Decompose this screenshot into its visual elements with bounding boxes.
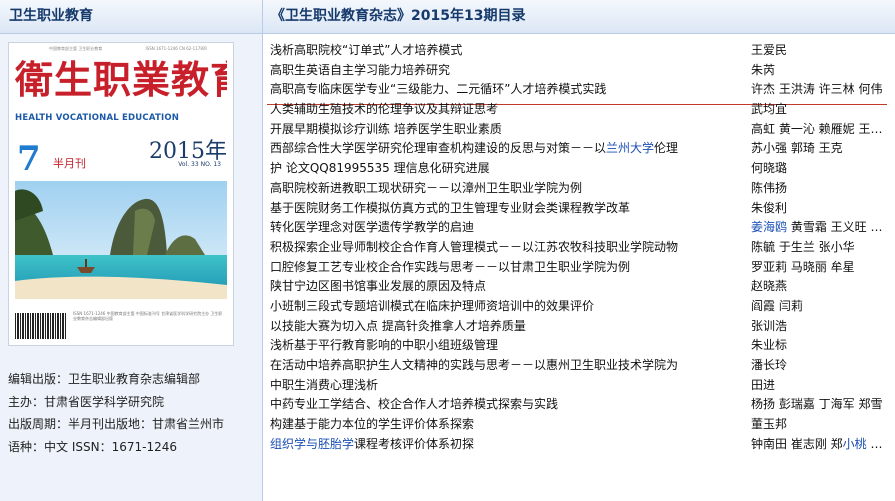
article-title-link[interactable]: 浅析高职院校“订单式”人才培养模式 (270, 41, 740, 61)
article-authors: 高虹 黄一沁 赖雁妮 王… (751, 121, 883, 136)
info-sponsor: 主办：甘肃省医学科学研究院 (8, 394, 165, 409)
article-row: 开展早期模拟诊疗训练 培养医学生职业素质 高虹 黄一沁 赖雁妮 王… (263, 120, 895, 140)
cover-small-print: ISSN 1671-1246 中国教育部主管 中国标准刊号 甘肃省医学科学研究院… (73, 311, 223, 321)
article-title-link[interactable]: 在活动中培养高职护生人文精神的实践与思考－－以惠州卫生职业技术学院为 (270, 356, 740, 376)
info-language: 语种：中文 ISSN：1671-1246 (8, 439, 177, 454)
article-authors: 苏小强 郭琦 王克 (751, 141, 843, 156)
article-title-link[interactable]: 高职生英语自主学习能力培养研究 (270, 61, 740, 81)
article-authors: 陈伟扬 (751, 180, 788, 195)
article-row: 高职院校新进教职工现状研究－－以漳州卫生职业学院为例 陈伟扬 (263, 179, 895, 199)
article-authors: 潘长玲 (751, 358, 788, 372)
author-link[interactable]: 小桃 (843, 437, 867, 451)
article-title-link[interactable]: 浅析基于平行教育影响的中职小组班级管理 (270, 336, 740, 356)
article-title-link[interactable]: 西部综合性大学医学研究伦理审查机构建设的反思与对策－－以兰州大学伦理 (270, 139, 740, 159)
article-list: 浅析高职院校“订单式”人才培养模式 王爱民 高职生英语自主学习能力培养研究 朱芮… (263, 41, 895, 454)
article-row: 口腔修复工艺专业校企合作实践与思考－－以甘肃卫生职业学院为例 罗亚莉 马晓丽 牟… (263, 258, 895, 278)
article-row: 浅析基于平行教育影响的中职小组班级管理 朱业标 (263, 336, 895, 356)
article-title-link[interactable]: 小班制三段式专题培训模式在临床护理师资培训中的效果评价 (270, 297, 740, 317)
journal-cover-image[interactable]: 中国教育部主管 卫生职业教育 ISSN 1671-1246 CN 62-1178… (8, 42, 234, 346)
article-authors: 钟南田 崔志刚 郑小桃 … (751, 436, 883, 451)
barcode-icon (15, 313, 67, 339)
article-authors: 武均宜 (751, 102, 788, 117)
article-authors: 陈毓 于生兰 张小华 (751, 239, 855, 254)
article-row: 中职生消费心理浅析 田进 (263, 376, 895, 396)
article-authors: 何晓璐 (751, 161, 788, 176)
cover-landscape-photo (15, 181, 227, 299)
keyword-link[interactable]: 组织学与胚胎学 (270, 437, 354, 451)
article-row: 基于医院财务工作模拟仿真方式的卫生管理专业财会类课程教学改革 朱俊利 (263, 199, 895, 219)
article-authors: 田进 (751, 377, 776, 392)
article-title-link[interactable]: 组织学与胚胎学课程考核评价体系初探 (270, 435, 740, 455)
right-panel: 《卫生职业教育杂志》2015年13期目录 浅析高职院校“订单式”人才培养模式 王… (263, 0, 895, 501)
article-row: 高职生英语自主学习能力培养研究 朱芮 (263, 61, 895, 81)
article-row: 陕甘宁边区图书馆事业发展的原因及特点 赵晓燕 (263, 277, 895, 297)
journal-name-header: 卫生职业教育 (0, 0, 262, 34)
article-authors: 张训浩 (751, 318, 788, 333)
article-authors: 赵晓燕 (751, 279, 788, 294)
article-title-link[interactable]: 积极探索企业导师制校企合作育人管理模式－－以江苏农牧科技职业学院动物 (270, 238, 740, 258)
article-title-link[interactable]: 构建基于能力本位的学生评价体系探索 (270, 415, 740, 435)
article-row: 积极探索企业导师制校企合作育人管理模式－－以江苏农牧科技职业学院动物 陈毓 于生… (263, 238, 895, 258)
issue-toc-header: 《卫生职业教育杂志》2015年13期目录 (263, 0, 895, 34)
article-row: 人类辅助生殖技术的伦理争议及其辩证思考 武均宜 (263, 100, 895, 120)
article-authors: 许杰 王洪涛 许三林 何伟 (751, 82, 883, 97)
article-authors: 杨扬 彭瑞嘉 丁海军 郑雪 (751, 397, 883, 412)
article-row: 高职高专临床医学专业“三级能力、二元循环”人才培养模式实践 许杰 王洪涛 许三林… (263, 80, 895, 100)
article-authors: 朱芮 (751, 62, 776, 77)
article-row: 转化医学理念对医学遗传学教学的启迪 姜海鸥 黄雪霜 王义旺 … (263, 218, 895, 238)
article-authors: 姜海鸥 黄雪霜 王义旺 … (751, 220, 883, 235)
article-row: 构建基于能力本位的学生评价体系探索 董玉邦 (263, 415, 895, 435)
info-publisher: 编辑出版：卫生职业教育杂志编辑部 (8, 372, 201, 386)
keyword-link[interactable]: 兰州大学 (606, 141, 654, 155)
journal-info: 编辑出版：卫生职业教育杂志编辑部 主办：甘肃省医学科学研究院 出版周期：半月刊出… (8, 368, 258, 458)
left-panel: 卫生职业教育 中国教育部主管 卫生职业教育 ISSN 1671-1246 CN … (0, 0, 263, 501)
landscape-illustration (15, 181, 227, 299)
author-link[interactable]: 姜海鸥 (751, 220, 787, 234)
article-authors: 董玉邦 (751, 417, 788, 432)
article-authors: 罗亚莉 马晓丽 牟星 (751, 259, 855, 274)
article-row: 小班制三段式专题培训模式在临床护理师资培训中的效果评价 阎霞 闫莉 (263, 297, 895, 317)
cover-top-text: 中国教育部主管 卫生职业教育 (49, 46, 103, 51)
article-title-link[interactable]: 转化医学理念对医学遗传学教学的启迪 (270, 218, 740, 238)
article-row: 护 论文QQ81995535 理信息化研究进展 何晓璐 (263, 159, 895, 179)
article-title-link[interactable]: 高职院校新进教职工现状研究－－以漳州卫生职业学院为例 (270, 179, 740, 199)
article-authors: 朱俊利 (751, 200, 788, 215)
cover-issn-text: ISSN 1671-1246 CN 62-1178/R (145, 46, 208, 51)
cover-title-calligraphy: 衛生职業教育 (15, 57, 227, 102)
article-title-link[interactable]: 口腔修复工艺专业校企合作实践与思考－－以甘肃卫生职业学院为例 (270, 258, 740, 278)
article-title-link[interactable]: 中药专业工学结合、校企合作人才培养模式探索与实践 (270, 395, 740, 415)
article-row: 以技能大赛为切入点 提高针灸推拿人才培养质量 张训浩 (263, 317, 895, 337)
cover-issue-number: 7 (17, 139, 41, 179)
cover-bottom-section: ISSN 1671-1246 中国教育部主管 中国标准刊号 甘肃省医学科学研究院… (15, 305, 227, 341)
info-cycle: 出版周期：半月刊出版地：甘肃省兰州市 (8, 417, 225, 432)
article-row: 中药专业工学结合、校企合作人才培养模式探索与实践 杨扬 彭瑞嘉 丁海军 郑雪 (263, 395, 895, 415)
cover-title-english: HEALTH VOCATIONAL EDUCATION (15, 113, 180, 123)
cover-volume: Vol. 33 NO. 13 (178, 161, 221, 168)
cover-semimonthly: 半月刊 (53, 157, 86, 170)
article-title-link[interactable]: 以技能大赛为切入点 提高针灸推拿人才培养质量 (270, 317, 740, 337)
article-row: 组织学与胚胎学课程考核评价体系初探 钟南田 崔志刚 郑小桃 … (263, 435, 895, 455)
article-title-link[interactable]: 高职高专临床医学专业“三级能力、二元循环”人才培养模式实践 (270, 80, 740, 100)
article-title-link[interactable]: 中职生消费心理浅析 (270, 376, 740, 396)
article-title-link[interactable]: 护 论文QQ81995535 理信息化研究进展 (270, 159, 740, 179)
article-row: 浅析高职院校“订单式”人才培养模式 王爱民 (263, 41, 895, 61)
article-title-link[interactable]: 人类辅助生殖技术的伦理争议及其辩证思考 (270, 100, 740, 120)
article-row: 西部综合性大学医学研究伦理审查机构建设的反思与对策－－以兰州大学伦理 苏小强 郭… (263, 139, 895, 159)
article-title-link[interactable]: 开展早期模拟诊疗训练 培养医学生职业素质 (270, 120, 740, 140)
article-authors: 朱业标 (751, 338, 788, 353)
article-authors: 王爱民 (751, 43, 788, 57)
article-title-link[interactable]: 基于医院财务工作模拟仿真方式的卫生管理专业财会类课程教学改革 (270, 199, 740, 219)
article-title-link[interactable]: 陕甘宁边区图书馆事业发展的原因及特点 (270, 277, 740, 297)
article-row: 在活动中培养高职护生人文精神的实践与思考－－以惠州卫生职业技术学院为 潘长玲 (263, 356, 895, 376)
article-authors: 阎霞 闫莉 (751, 298, 803, 313)
